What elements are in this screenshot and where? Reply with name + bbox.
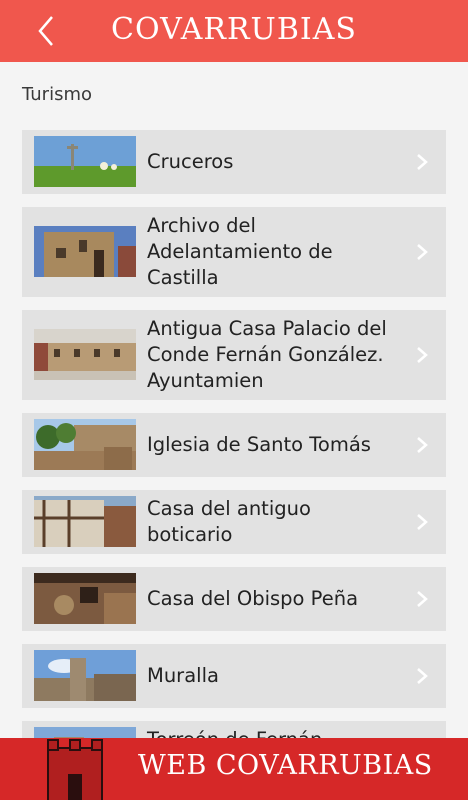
thumbnail-image <box>34 136 136 187</box>
chevron-right-icon <box>417 591 428 607</box>
thumbnail-image <box>34 496 136 547</box>
list-item-label: Iglesia de Santo Tomás <box>147 433 371 456</box>
chevron-right-icon <box>417 437 428 453</box>
list-item-label: Antigua Casa Palacio del Conde Fernán Go… <box>147 317 387 392</box>
attractions-list: Cruceros Archivo del Adelantamiento de C… <box>22 130 446 798</box>
list-item-obispo[interactable]: Casa del Obispo Peña <box>22 567 446 631</box>
footer-text: WEB COVARRUBIAS <box>138 750 433 781</box>
chevron-right-icon <box>417 347 428 363</box>
footer-banner[interactable]: WEB COVARRUBIAS <box>0 738 468 800</box>
thumbnail-image <box>34 419 136 470</box>
section-title: Turismo <box>22 84 92 105</box>
thumbnail-image <box>34 573 136 624</box>
list-item-label: Muralla <box>147 664 219 687</box>
list-item-label: Casa del Obispo Peña <box>147 587 359 610</box>
thumbnail-image <box>34 650 136 701</box>
list-item-muralla[interactable]: Muralla <box>22 644 446 708</box>
castle-logo-icon <box>47 739 103 800</box>
chevron-right-icon <box>417 668 428 684</box>
thumbnail-image <box>34 329 136 380</box>
app-title: COVARRUBIAS <box>111 12 357 47</box>
chevron-right-icon <box>417 244 428 260</box>
thumbnail-image <box>34 226 136 277</box>
list-item-label: Archivo del Adelantamiento de Castilla <box>147 214 333 289</box>
list-item-boticario[interactable]: Casa del antiguo boticario <box>22 490 446 554</box>
list-item-archivo[interactable]: Archivo del Adelantamiento de Castilla <box>22 207 446 297</box>
chevron-right-icon <box>417 154 428 170</box>
list-item-label: Cruceros <box>147 150 234 173</box>
list-item-cruceros[interactable]: Cruceros <box>22 130 446 194</box>
list-item-label: Casa del antiguo boticario <box>147 497 311 546</box>
list-item-iglesia[interactable]: Iglesia de Santo Tomás <box>22 413 446 477</box>
list-item-casa-palacio[interactable]: Antigua Casa Palacio del Conde Fernán Go… <box>22 310 446 400</box>
chevron-right-icon <box>417 514 428 530</box>
app-header: COVARRUBIAS <box>0 0 468 62</box>
